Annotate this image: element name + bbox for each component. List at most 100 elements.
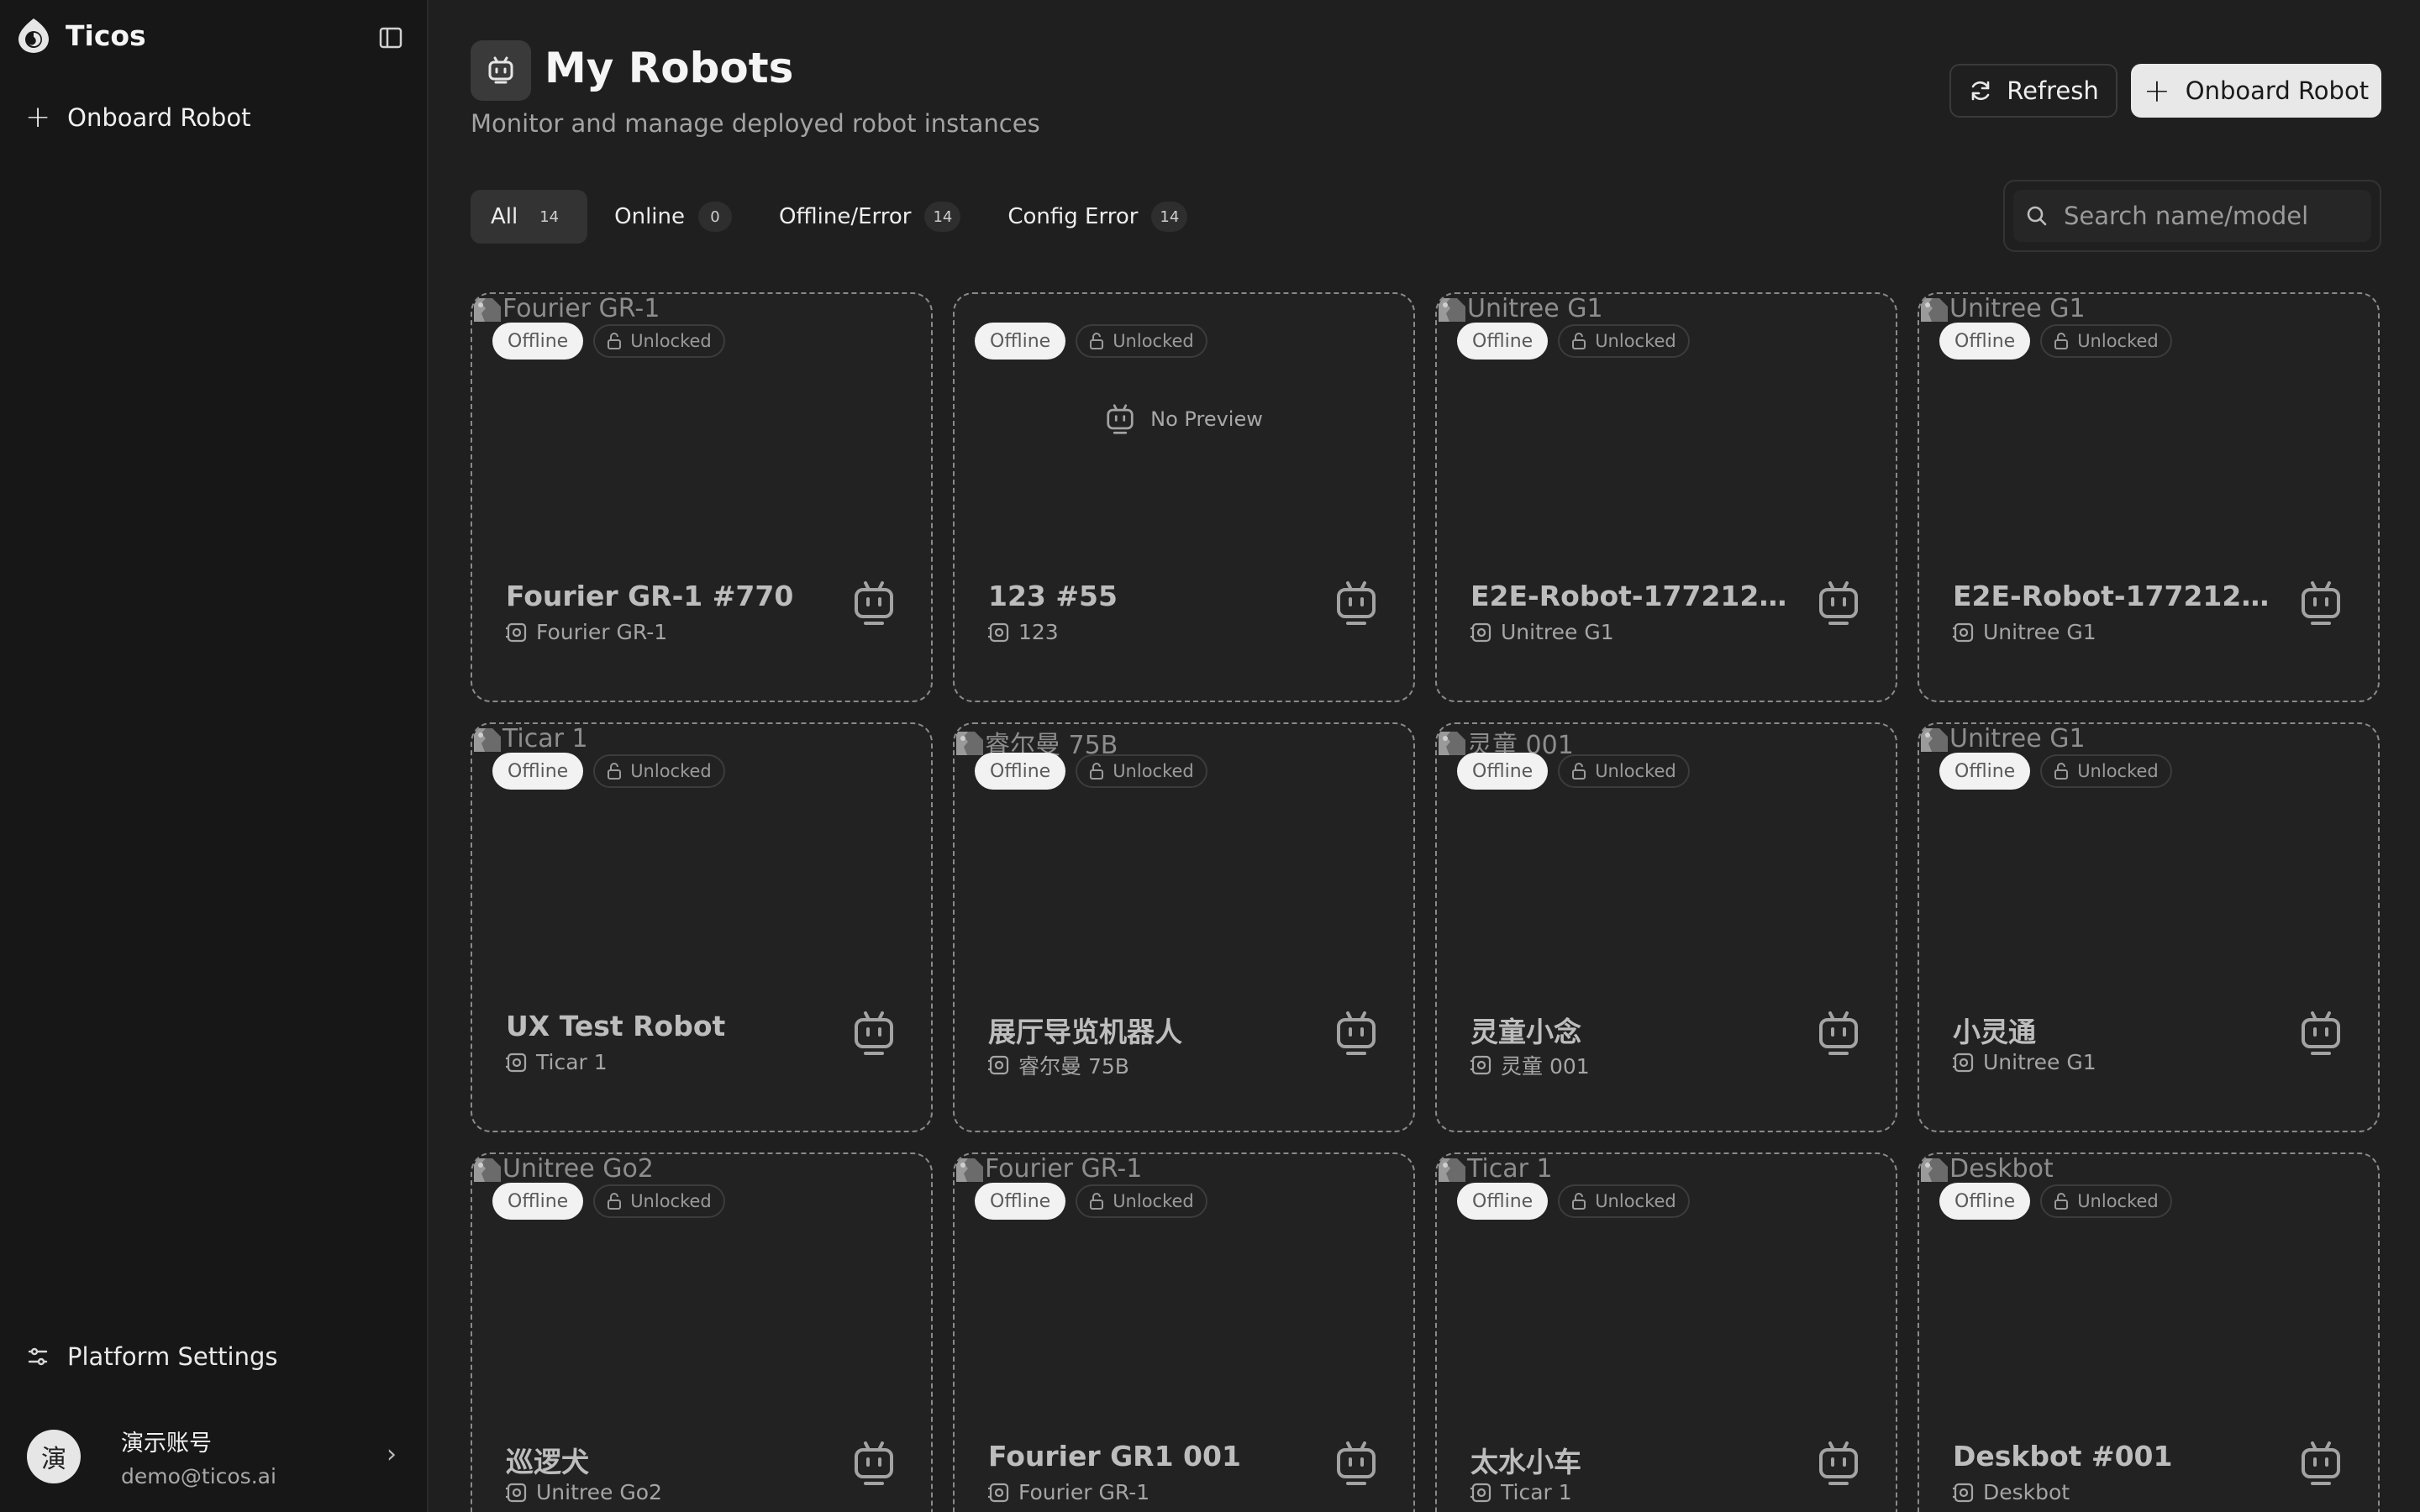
brand[interactable]: Ticos (15, 17, 146, 54)
robot-model: 睿尔曼 75B (988, 1050, 1129, 1080)
robot-icon (1819, 1441, 1858, 1485)
status-badge: Offline (1457, 1183, 1549, 1220)
sliders-icon (28, 1347, 48, 1366)
status-badge: Offline (975, 753, 1066, 790)
robot-card[interactable]: Offline Unlocked 123 #55 123 No Preview (953, 292, 1415, 702)
broken-image-icon (474, 727, 501, 752)
robot-card[interactable]: Unitree G1 Offline Unlocked 小灵通 Unitree … (1918, 722, 2380, 1132)
broken-image-icon (1439, 297, 1465, 322)
lock-label: Unlocked (630, 1191, 712, 1211)
robot-icon (1337, 1011, 1376, 1055)
robot-icon (855, 581, 893, 625)
tab-label: Offline/Error (779, 204, 912, 229)
sidebar-toggle-button[interactable] (373, 20, 408, 55)
ticos-logo-icon (18, 18, 49, 53)
robot-badges: Offline Unlocked (1457, 323, 1690, 360)
tab-config-error[interactable]: Config Error 14 (987, 190, 1207, 244)
status-badge: Offline (975, 1183, 1066, 1220)
robot-header-icon (471, 40, 531, 101)
robot-card[interactable]: Unitree Go2 Offline Unlocked 巡逻犬 Unitree… (471, 1152, 933, 1512)
robot-name: Fourier GR1 001 (988, 1440, 1241, 1473)
lock-badge: Unlocked (1558, 1184, 1690, 1218)
onboard-robot-button[interactable]: + Onboard Robot (2131, 64, 2381, 118)
broken-image-icon (1921, 727, 1948, 752)
unlock-icon (608, 1193, 622, 1210)
lock-label: Unlocked (1113, 761, 1194, 781)
robot-image: Unitree Go2 (472, 1154, 654, 1184)
robot-name: 展厅导览机器人 (988, 1016, 1182, 1048)
lock-label: Unlocked (2077, 331, 2159, 351)
no-preview-placeholder: No Preview (955, 403, 1413, 435)
tab-offline-error[interactable]: Offline/Error 14 (759, 190, 981, 244)
tab-label: Config Error (1007, 204, 1139, 229)
model-chip-icon (1953, 1483, 1974, 1502)
model-chip-icon (1470, 622, 1491, 642)
robot-model: Ticar 1 (506, 1050, 608, 1074)
plus-icon: + (2143, 72, 2170, 109)
robot-grid: Fourier GR-1 Offline Unlocked Fourier GR… (471, 292, 2381, 1512)
robot-model-label: Unitree G1 (1983, 1050, 2096, 1074)
status-badge: Offline (1939, 1183, 2031, 1220)
refresh-label: Refresh (2007, 76, 2099, 105)
robot-model: 灵童 001 (1470, 1050, 1590, 1080)
robot-card[interactable]: Fourier GR-1 Offline Unlocked Fourier GR… (953, 1152, 1415, 1512)
unlock-icon (2054, 763, 2069, 780)
onboard-robot-label: Onboard Robot (2185, 76, 2370, 105)
robot-card[interactable]: 睿尔曼 75B Offline Unlocked 展厅导览机器人 睿尔曼 75B (953, 722, 1415, 1132)
tab-count-badge: 14 (531, 202, 568, 232)
robot-card[interactable]: Ticar 1 Offline Unlocked 太水小车 Ticar 1 (1435, 1152, 1897, 1512)
tab-all[interactable]: All 14 (471, 190, 588, 244)
lock-badge: Unlocked (2040, 324, 2172, 358)
sidebar-onboard-label: Onboard Robot (67, 103, 251, 132)
robot-image: Fourier GR-1 (955, 1154, 1142, 1184)
robot-model-label: 123 (1018, 620, 1059, 644)
image-alt-text: Ticar 1 (502, 724, 588, 753)
model-chip-icon (506, 1483, 527, 1502)
robot-icon (855, 1441, 893, 1485)
user-email: demo@ticos.ai (121, 1464, 276, 1488)
robot-card[interactable]: Unitree G1 Offline Unlocked E2E-Robot-17… (1918, 292, 2380, 702)
robot-card[interactable]: Unitree G1 Offline Unlocked E2E-Robot-17… (1435, 292, 1897, 702)
sidebar-onboard-robot[interactable]: + Onboard Robot (25, 102, 250, 133)
robot-image: Unitree G1 (1919, 294, 2086, 323)
user-info: 演示账号 demo@ticos.ai (121, 1425, 276, 1488)
robot-card[interactable]: Fourier GR-1 Offline Unlocked Fourier GR… (471, 292, 933, 702)
robot-model-label: Fourier GR-1 (1018, 1480, 1150, 1504)
lock-badge: Unlocked (1076, 754, 1207, 788)
robot-icon (1337, 581, 1376, 625)
robot-model: Fourier GR-1 (506, 620, 667, 644)
unlock-icon (1572, 1193, 1586, 1210)
image-alt-text: Deskbot (1949, 1154, 2054, 1184)
model-chip-icon (988, 622, 1009, 642)
image-alt-text: Fourier GR-1 (985, 1154, 1143, 1184)
robot-card[interactable]: 灵童 001 Offline Unlocked 灵童小念 灵童 001 (1435, 722, 1897, 1132)
robot-badges: Offline Unlocked (1939, 1183, 2172, 1220)
refresh-button[interactable]: Refresh (1949, 64, 2118, 118)
lock-badge: Unlocked (593, 754, 725, 788)
sidebar-platform-settings[interactable]: Platform Settings (27, 1342, 277, 1371)
page-subtitle: Monitor and manage deployed robot instan… (471, 109, 1040, 138)
broken-image-icon (1921, 297, 1948, 322)
robot-icon (1337, 1441, 1376, 1485)
robot-card[interactable]: Ticar 1 Offline Unlocked UX Test Robot T… (471, 722, 933, 1132)
robot-image: Ticar 1 (1437, 1154, 1553, 1184)
tab-online[interactable]: Online 0 (594, 190, 752, 244)
lock-label: Unlocked (1595, 1191, 1676, 1211)
robot-card[interactable]: Deskbot Offline Unlocked Deskbot #001 De… (1918, 1152, 2380, 1512)
lock-label: Unlocked (1595, 761, 1676, 781)
user-menu[interactable]: 演 演示账号 demo@ticos.ai › (27, 1425, 405, 1488)
app-name: Ticos (66, 18, 146, 52)
robot-name: 灵童小念 (1470, 1016, 1581, 1048)
robot-image: Ticar 1 (472, 724, 588, 753)
robot-model-label: Deskbot (1983, 1480, 2070, 1504)
sidebar-panel-icon (379, 27, 402, 49)
search-input[interactable] (2064, 202, 2349, 230)
image-alt-text: Unitree G1 (1467, 294, 1603, 323)
lock-label: Unlocked (1113, 331, 1194, 351)
robot-image: Deskbot (1919, 1154, 2054, 1184)
status-badge: Offline (975, 323, 1066, 360)
image-alt-text: Unitree Go2 (502, 1154, 654, 1184)
robot-image: Unitree G1 (1919, 724, 2086, 753)
lock-badge: Unlocked (1076, 1184, 1207, 1218)
search-box (2003, 180, 2381, 252)
